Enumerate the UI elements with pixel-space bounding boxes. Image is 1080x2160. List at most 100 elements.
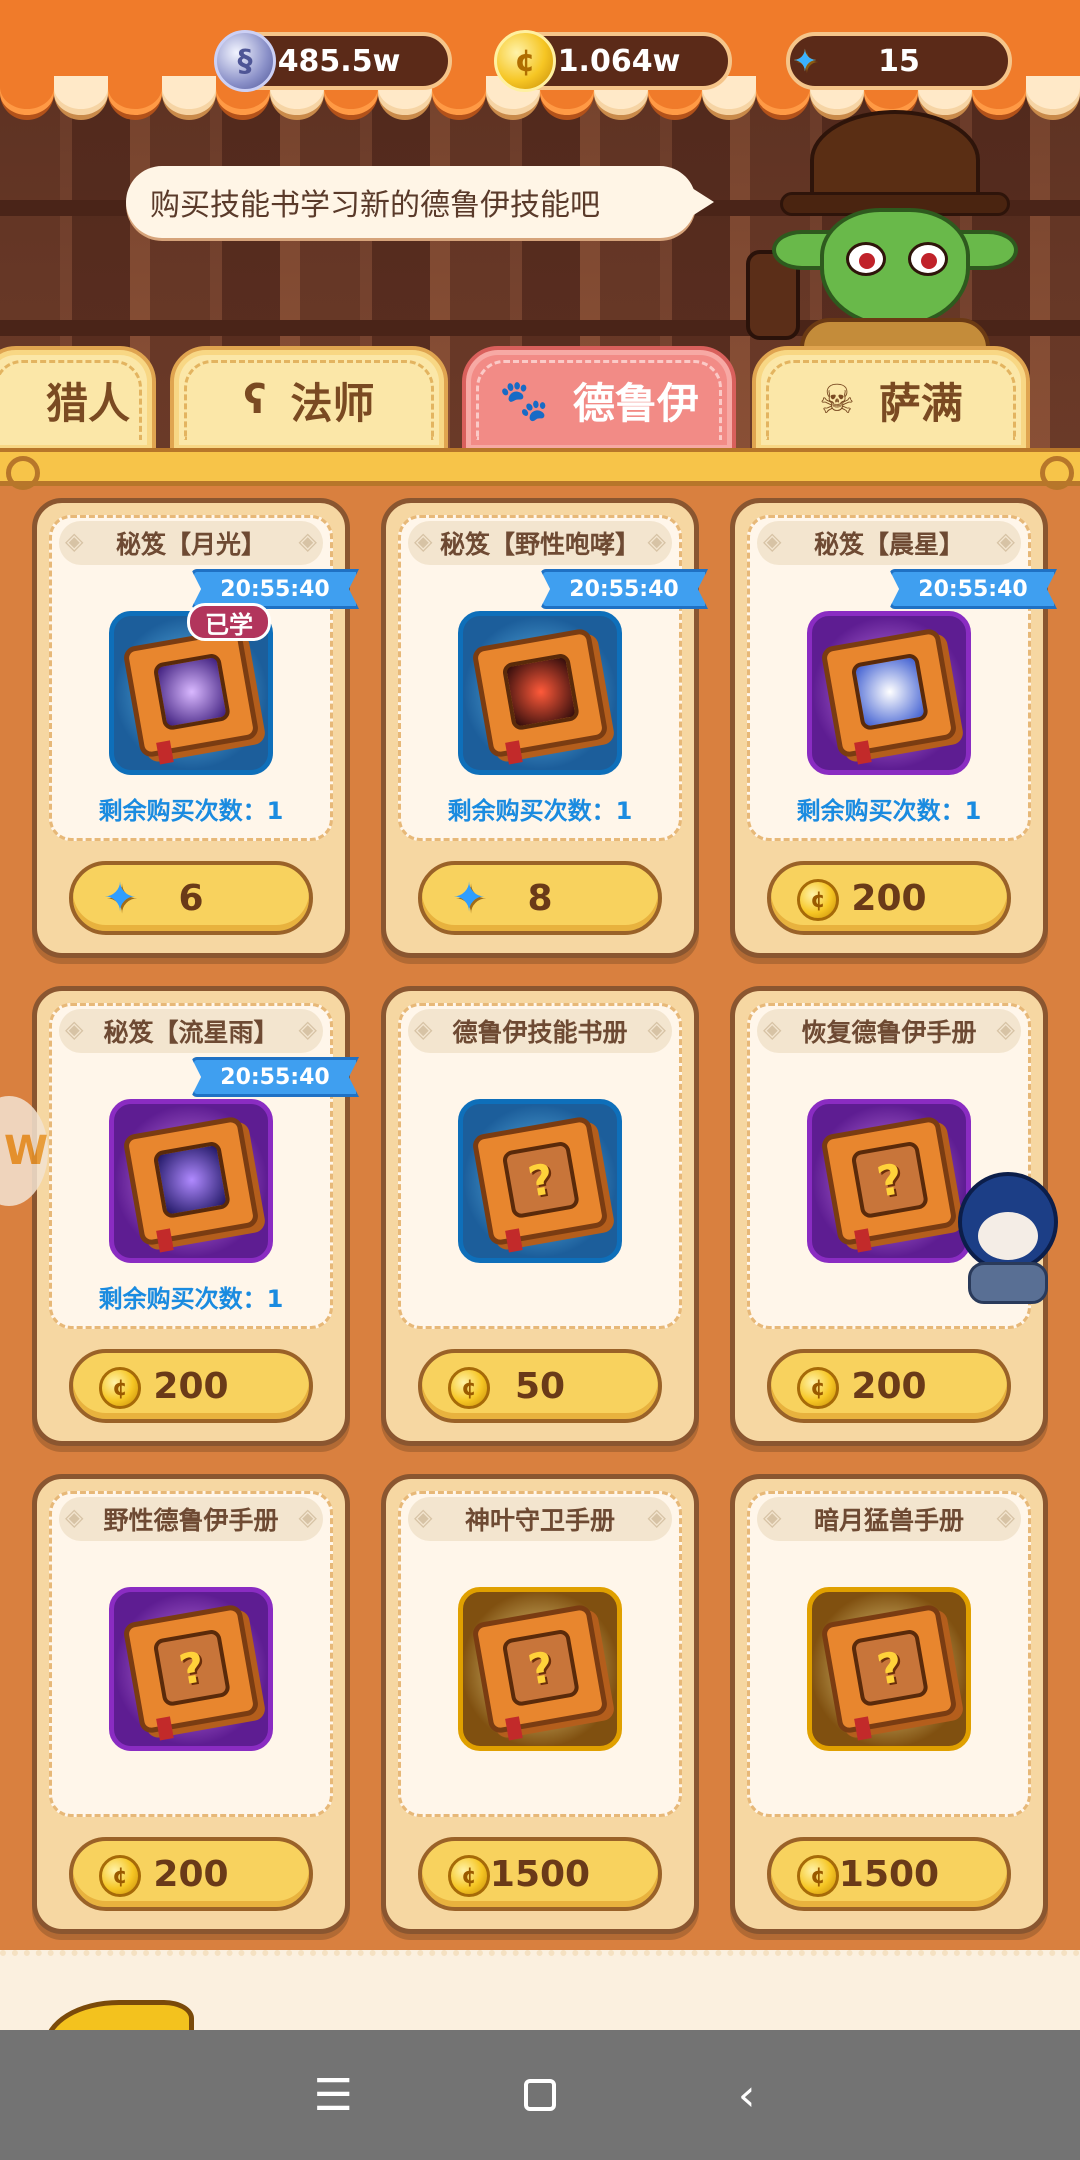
shop-item-grid: 秘笈【月光】20:55:40已学剩余购买次数：1✦6秘笈【野性咆哮】20:55:… <box>32 498 1057 1938</box>
book-emblem-icon <box>501 652 581 732</box>
shop-item-card[interactable]: 秘笈【野性咆哮】20:55:40剩余购买次数：1✦8 <box>381 498 708 958</box>
book-ribbon <box>505 740 523 765</box>
item-price: 200 <box>851 877 927 919</box>
learned-badge: 已学 <box>187 603 271 641</box>
awning-scallop <box>108 76 162 120</box>
book-emblem-icon: ? <box>850 1140 930 1220</box>
back-icon[interactable]: ‹ <box>707 2055 787 2135</box>
awning-scallop <box>162 76 216 120</box>
item-title: 秘笈【晨星】 <box>757 521 1021 565</box>
skill-book-icon: ? <box>471 1115 609 1253</box>
shop-item-card[interactable]: 秘笈【晨星】20:55:40 剩余购买次数：1 ¢ 200 <box>730 498 1057 958</box>
buy-button[interactable]: ¢ 200 <box>767 861 1011 935</box>
remaining-purchases: 剩余购买次数：1 <box>447 797 633 825</box>
star-gem-icon: ✦ <box>103 875 137 921</box>
book-ribbon <box>156 1716 174 1741</box>
gold-coin-icon: ¢ <box>448 1855 490 1897</box>
book-ribbon <box>505 1716 523 1741</box>
star-gem-icon: ✦ <box>792 43 818 79</box>
item-title: 野性德鲁伊手册 <box>59 1497 323 1541</box>
gold-coin-icon: ¢ <box>494 30 556 92</box>
tab-mage[interactable]: ʕ 法师 <box>170 346 448 454</box>
awning-scallop <box>0 76 54 120</box>
item-title: 秘笈【流星雨】 <box>59 1009 323 1053</box>
skill-book-frame <box>109 1099 273 1263</box>
paw-icon: 🐾 <box>499 377 549 424</box>
item-price: 200 <box>851 1365 927 1407</box>
skill-book-icon <box>471 627 609 765</box>
helper-avatar[interactable] <box>948 1172 1066 1304</box>
item-title: 神叶守卫手册 <box>408 1497 672 1541</box>
tab-label: 德鲁伊 <box>572 378 699 428</box>
shop-item-card[interactable]: 德鲁伊技能书册? ¢ 50 <box>381 986 699 1446</box>
gold-coin-icon: ¢ <box>99 1855 141 1897</box>
tab-label: 法师 <box>290 378 375 428</box>
shop-item-card[interactable]: 野性德鲁伊手册? ¢ 200 <box>32 1474 350 1934</box>
skill-book-frame: ? <box>109 1587 273 1751</box>
countdown-timer: 20:55:40 <box>191 1057 359 1097</box>
buy-button[interactable]: ✦ 8 <box>418 861 662 935</box>
silver-amount: 485.5w <box>277 43 401 79</box>
menu-icon[interactable]: ☰ <box>293 2055 373 2135</box>
book-emblem-icon <box>152 652 232 732</box>
gold-coin-icon: ¢ <box>448 1367 490 1409</box>
item-price: 200 <box>153 1365 229 1407</box>
skill-book-frame: ? <box>807 1587 971 1751</box>
book-ribbon <box>505 1228 523 1253</box>
buy-button[interactable]: ✦ 6 <box>69 861 313 935</box>
avatar-body <box>968 1262 1048 1304</box>
book-ribbon <box>854 1716 872 1741</box>
goblin-eye <box>908 242 948 276</box>
item-title: 秘笈【月光】 <box>59 521 323 565</box>
shop-item-card[interactable]: 神叶守卫手册? ¢1500 <box>381 1474 699 1934</box>
book-emblem-icon: ? <box>501 1140 581 1220</box>
tab-rail <box>0 448 1080 490</box>
tab-label: 萨满 <box>878 378 963 428</box>
buy-button[interactable]: ¢ 50 <box>418 1349 662 1423</box>
countdown-timer: 20:55:40 <box>889 569 1057 609</box>
awning-scallop <box>54 76 108 120</box>
shop-item-card[interactable]: 秘笈【月光】20:55:40已学剩余购买次数：1✦6 <box>32 498 359 958</box>
buy-button[interactable]: ¢ 200 <box>69 1349 313 1423</box>
item-price: 1500 <box>489 1853 591 1895</box>
tab-hunter[interactable]: 猎人 <box>0 346 156 454</box>
skill-book-frame <box>807 611 971 775</box>
book-emblem-icon: ? <box>501 1628 581 1708</box>
buy-button[interactable]: ¢ 1500 <box>767 1837 1011 1911</box>
book-ribbon <box>854 1228 872 1253</box>
book-ribbon <box>854 740 872 765</box>
staff-icon: ʕ <box>243 377 267 423</box>
skill-book-frame: ? <box>807 1099 971 1263</box>
skill-book-icon <box>122 1115 260 1253</box>
shop-item-card[interactable]: 暗月猛兽手册? ¢1500 <box>730 1474 1048 1934</box>
gold-coin-icon: ¢ <box>797 879 839 921</box>
buy-button[interactable]: ¢ 200 <box>69 1837 313 1911</box>
tab-shaman[interactable]: ☠ 萨满 <box>752 346 1030 454</box>
goblin-face <box>820 208 970 328</box>
item-price: 50 <box>514 1365 566 1407</box>
item-price: 6 <box>178 877 204 919</box>
avatar-face <box>978 1212 1038 1260</box>
home-icon <box>523 2079 556 2111</box>
gold-coin-icon: ¢ <box>99 1367 141 1409</box>
gold-currency[interactable]: ¢ 1.064w <box>494 30 732 92</box>
gem-currency[interactable]: ✦ 15 <box>786 32 1012 90</box>
remaining-purchases: 剩余购买次数：1 <box>98 1285 284 1313</box>
system-navbar: ☰ ‹ <box>0 2030 1080 2160</box>
silver-currency[interactable]: § 485.5w <box>214 30 452 92</box>
gold-coin-icon: ¢ <box>797 1367 839 1409</box>
item-price: 1500 <box>838 1853 940 1895</box>
shop-item-card[interactable]: 秘笈【流星雨】20:55:40 剩余购买次数：1 ¢ 200 <box>32 986 359 1446</box>
gem-amount: 15 <box>878 43 920 79</box>
book-emblem-icon: ? <box>850 1628 930 1708</box>
tab-druid[interactable]: 🐾 德鲁伊 <box>462 346 736 454</box>
buy-button[interactable]: ¢ 200 <box>767 1349 1011 1423</box>
home-button[interactable] <box>500 2055 580 2135</box>
star-gem-icon: ✦ <box>452 875 486 921</box>
buy-button[interactable]: ¢ 1500 <box>418 1837 662 1911</box>
countdown-timer: 20:55:40 <box>540 569 708 609</box>
skill-book-frame <box>458 611 622 775</box>
book-emblem-icon <box>850 652 930 732</box>
skill-book-icon: ? <box>122 1603 260 1741</box>
item-title: 暗月猛兽手册 <box>757 1497 1021 1541</box>
